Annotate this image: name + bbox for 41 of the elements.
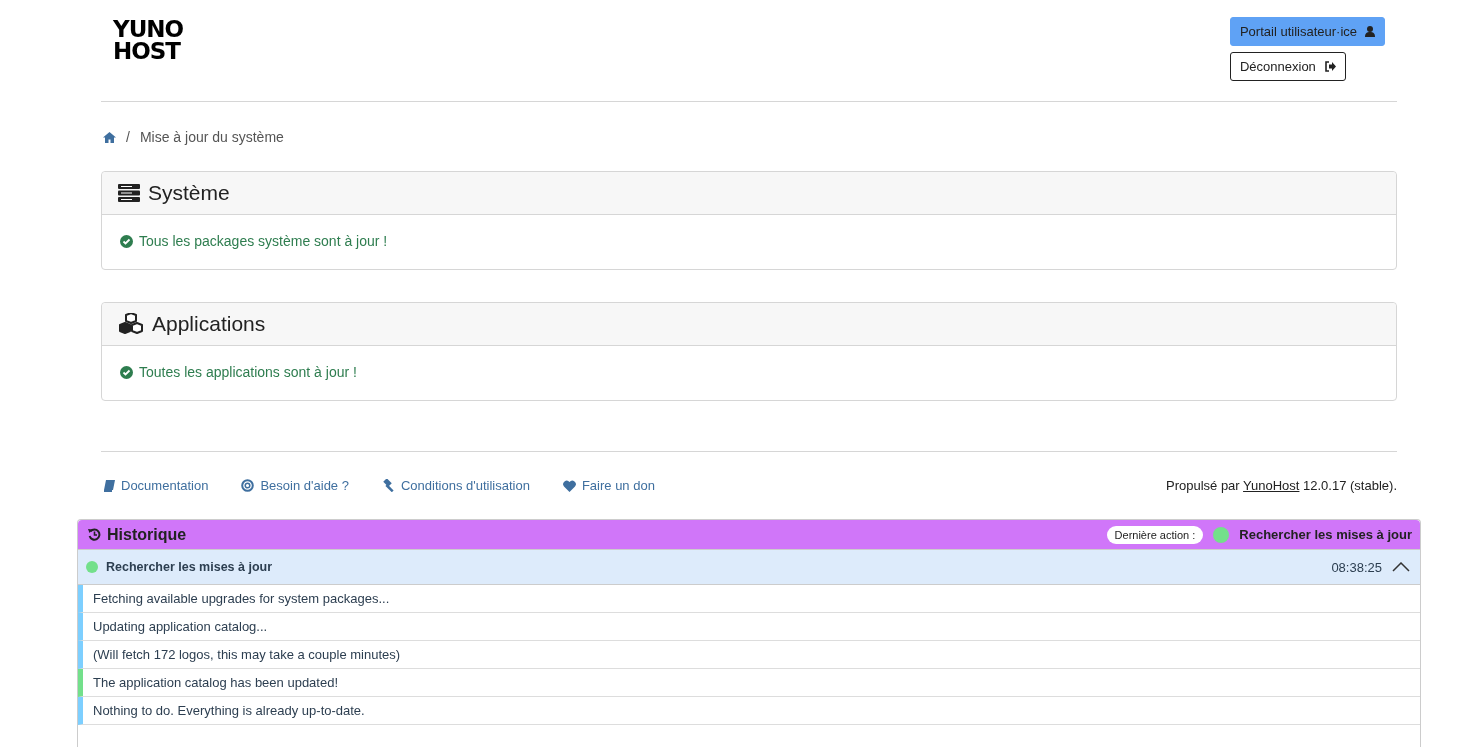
yunohost-logo[interactable]: YUNO HOST: [113, 18, 184, 80]
status-message: Tous les packages système sont à jour !: [139, 233, 388, 249]
status-message: Toutes les applications sont à jour !: [139, 364, 357, 380]
server-icon: [118, 184, 140, 202]
operation-time: 08:38:25: [1331, 559, 1382, 575]
history-icon: [88, 528, 101, 541]
heart-icon: [562, 479, 576, 492]
card-title: Applications: [152, 312, 266, 336]
gavel-icon: [381, 479, 395, 492]
card-title: Système: [148, 181, 230, 205]
breadcrumb-separator: /: [126, 129, 130, 145]
cubes-icon: [118, 313, 144, 335]
footer-link[interactable]: Besoin d'aide ?: [241, 478, 349, 493]
log-message: Updating application catalog...: [78, 613, 1420, 641]
history-title: Historique: [107, 525, 188, 544]
chevron-icon[interactable]: [1392, 562, 1410, 572]
footer-link[interactable]: Faire un don: [562, 478, 655, 493]
status-dot: [86, 561, 98, 573]
last-action-label: Dernière action :: [1106, 525, 1204, 544]
breadcrumb-item: Mise à jour du système: [139, 129, 284, 145]
book-icon: [103, 479, 115, 492]
check-circle-icon: [120, 365, 133, 379]
log-message: The application catalog has been updated!: [78, 669, 1420, 697]
user-icon: [1365, 26, 1375, 37]
log-message: Fetching available upgrades for system packages...: [78, 585, 1420, 613]
lifebuoy-icon: [241, 479, 255, 492]
home-icon[interactable]: [103, 131, 116, 143]
footer-link[interactable]: Documentation: [103, 478, 209, 493]
last-action-text: Rechercher les mises à jour: [1239, 527, 1412, 542]
check-circle-icon: [120, 234, 133, 248]
operation-title: Rechercher les mises à jour: [106, 560, 274, 574]
yunohost-link[interactable]: YunoHost: [1243, 478, 1300, 493]
log-message: (Will fetch 172 logos, this may take a couple minutes): [78, 641, 1420, 669]
log-message: Nothing to do. Everything is already up-to-date.: [78, 697, 1420, 725]
user-portal-button[interactable]: Portail utilisateur·ice: [1229, 17, 1385, 46]
operation-header[interactable]: Rechercher les mises à jour 08:38:25: [78, 549, 1420, 585]
logout-icon: [1323, 61, 1336, 72]
powered-by-text: Propulsé par YunoHost 12.0.17 (stable).: [1165, 478, 1397, 493]
logout-button[interactable]: Déconnexion: [1229, 52, 1346, 81]
footer-link[interactable]: Conditions d'utilisation: [381, 478, 530, 493]
status-dot: [1213, 526, 1230, 543]
